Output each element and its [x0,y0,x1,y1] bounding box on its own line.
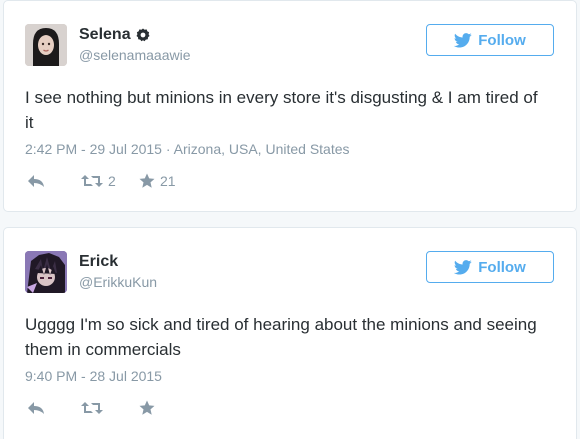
tweet-card: Erick @ErikkuKun Follow Ugggg I'm so sic… [3,227,577,439]
tweet-timestamp[interactable]: 9:40 PM - 28 Jul 2015 [25,368,162,384]
avatar[interactable] [25,251,67,293]
name-row: Erick [79,253,118,271]
avatar[interactable] [25,24,67,66]
user-handle[interactable]: @selenamaaawie [79,47,191,63]
retweet-count: 2 [108,173,116,189]
name-row: Selena [79,26,150,44]
follow-button[interactable]: Follow [426,24,554,56]
retweet-icon [81,174,103,188]
bird-icon [454,32,472,48]
follow-label: Follow [478,31,526,49]
favorite-count: 21 [160,173,176,189]
display-name[interactable]: Erick [79,253,118,271]
reply-icon [27,401,45,415]
display-name[interactable]: Selena [79,26,131,44]
reply-button[interactable] [27,174,67,188]
star-icon [139,400,155,416]
follow-button[interactable]: Follow [426,251,554,283]
follow-label: Follow [478,258,526,276]
tweet-text: I see nothing but minions in every store… [25,88,538,132]
tweet-text: Ugggg I'm so sick and tired of hearing a… [25,315,537,359]
verified-badge-icon [136,28,150,42]
retweet-icon [81,401,103,415]
bird-icon [454,259,472,275]
tweet-actions [27,400,189,416]
star-icon [139,173,155,189]
tweet-actions: 2 21 [27,173,189,189]
reply-button[interactable] [27,401,67,415]
tweet-card: Selena @selenamaaawie Follow I see nothi… [3,0,577,212]
retweet-button[interactable] [81,401,139,415]
favorite-button[interactable] [139,400,189,416]
user-handle[interactable]: @ErikkuKun [79,274,157,290]
favorite-button[interactable]: 21 [139,173,189,189]
tweet-timestamp-location[interactable]: 2:42 PM - 29 Jul 2015 · Arizona, USA, Un… [25,141,350,157]
retweet-button[interactable]: 2 [81,173,139,189]
tweet-feed: Selena @selenamaaawie Follow I see nothi… [0,0,580,439]
reply-icon [27,174,45,188]
